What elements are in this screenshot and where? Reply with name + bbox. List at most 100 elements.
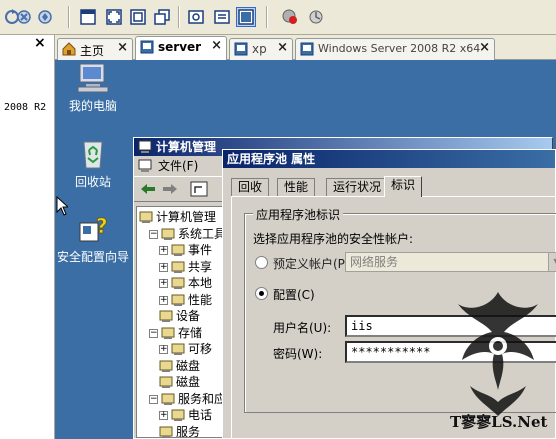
configurable-radio[interactable]	[255, 287, 268, 300]
collapse-icon[interactable]: −	[149, 328, 158, 338]
password-label: 密码(W):	[273, 347, 323, 361]
tree-item[interactable]: 计算机管理	[139, 209, 216, 225]
left-panel: × 2008 R2	[0, 35, 55, 439]
tree-item[interactable]: + 本地	[159, 275, 212, 291]
vm-icon	[234, 42, 248, 56]
tree-node-icon	[139, 211, 153, 223]
up-folder-icon[interactable]	[190, 181, 208, 197]
collapse-icon[interactable]: −	[149, 229, 158, 239]
forward-arrow-icon[interactable]	[162, 182, 178, 196]
tab-label: server	[158, 40, 202, 54]
fullscreen-icon[interactable]	[104, 7, 124, 27]
tree-node-icon	[159, 376, 173, 388]
tree-item-label: 电话	[188, 408, 213, 422]
window-icon[interactable]	[128, 7, 148, 27]
collapse-icon[interactable]: −	[149, 394, 158, 404]
computer-management-icon	[138, 140, 152, 153]
expand-icon[interactable]: +	[159, 246, 168, 255]
tree-item[interactable]: − 服务和应	[149, 391, 226, 407]
vm-icon	[300, 42, 314, 56]
send-keys-icon[interactable]	[186, 7, 206, 27]
tree-item-label: 磁盘	[176, 358, 201, 373]
predefined-account-select[interactable]: 网络服务 ▼	[345, 252, 556, 272]
tree-item[interactable]: + 性能	[159, 292, 212, 308]
expand-icon[interactable]: +	[159, 345, 168, 354]
tree-item-label: 共享	[188, 259, 213, 274]
tab-server[interactable]: server ×	[135, 36, 227, 61]
dialog-title: 应用程序池 属性	[227, 152, 316, 166]
expand-icon[interactable]: +	[159, 295, 168, 305]
tree-node-icon	[171, 409, 185, 421]
tree-item[interactable]: + 事件	[159, 242, 212, 258]
chevron-down-icon: ▼	[548, 253, 556, 271]
tab-close-icon[interactable]: ×	[277, 40, 288, 55]
expand-icon[interactable]: +	[159, 279, 168, 288]
tree-item[interactable]: 磁盘	[159, 358, 200, 374]
tree-item-label: 系统工具	[178, 226, 227, 241]
tab-close-icon[interactable]: ×	[117, 40, 128, 55]
recycle-bin-icon	[83, 141, 103, 169]
menu-file[interactable]: 文件(F)	[158, 159, 198, 173]
tab-performance[interactable]: 性能	[277, 178, 316, 196]
expand-icon[interactable]: +	[159, 411, 168, 420]
tree-item[interactable]: 服务	[159, 424, 200, 437]
dialog-title-bar[interactable]: 应用程序池 属性	[223, 150, 555, 168]
watermark-text: T寥寥LS.Net	[450, 413, 548, 431]
tab-close-icon[interactable]: ×	[211, 38, 222, 53]
desktop-icon-my-computer[interactable]: 我的电脑	[55, 62, 133, 114]
tab-windows-server[interactable]: Windows Server 2008 R2 x64 ×	[295, 38, 495, 60]
back-arrow-icon[interactable]	[140, 182, 156, 196]
tree-item[interactable]: 磁盘	[159, 374, 200, 390]
tree-item[interactable]: 设备	[159, 308, 200, 324]
tree-item[interactable]: + 共享	[159, 259, 212, 275]
desktop-icon-security-wizard[interactable]: ? 安全配置向导	[55, 213, 133, 265]
tree-node-icon	[171, 294, 185, 306]
tree-node-icon	[159, 426, 173, 437]
tree-item-label: 可移	[188, 342, 213, 356]
tree-node-icon	[171, 261, 185, 273]
copy-icon[interactable]	[152, 7, 172, 27]
tree-node-icon	[159, 360, 173, 372]
mouse-cursor-icon	[56, 196, 68, 216]
tab-label: xp	[252, 42, 267, 56]
tree-node-icon	[161, 228, 175, 240]
cm-title: 计算机管理	[156, 140, 217, 154]
cm-tree-view: 计算机管理 − 系统工具 + 事件 + 共享 + 本地 + 性能 设备 − 存储 + 可移 磁盘 磁盘 − 服务和应 +…	[136, 206, 228, 438]
computer-management-icon	[138, 159, 152, 172]
view-icon[interactable]	[236, 7, 256, 27]
tree-item[interactable]: − 系统工具	[149, 226, 226, 242]
password-value: ***********	[351, 345, 431, 359]
tab-identity[interactable]: 标识	[384, 176, 423, 197]
predefined-label[interactable]: 预定义帐户(P)	[273, 255, 350, 272]
tree-item-label: 计算机管理	[156, 210, 217, 224]
account-prompt: 选择应用程序池的安全性帐户:	[253, 232, 414, 246]
tree-item[interactable]: − 存储	[149, 325, 202, 341]
tree-node-icon	[161, 393, 175, 405]
tree-item-label: 存储	[178, 325, 203, 340]
record-icon[interactable]	[280, 7, 300, 27]
tree-item[interactable]: + 电话	[159, 407, 212, 423]
tab-close-icon[interactable]: ×	[479, 40, 490, 55]
predefined-radio[interactable]	[255, 256, 268, 269]
vm-icon	[140, 40, 154, 54]
tab-label: 主页	[80, 44, 105, 58]
tab-health[interactable]: 运行状况	[326, 178, 389, 196]
tree-item-label: 服务和应	[178, 391, 227, 406]
tab-home[interactable]: 主页 ×	[57, 38, 133, 60]
tab-recycle[interactable]: 回收	[231, 178, 270, 196]
close-icon[interactable]: ×	[34, 35, 46, 51]
stop-icon[interactable]	[14, 7, 34, 27]
snapshot-icon[interactable]	[306, 7, 326, 27]
clipboard-icon[interactable]	[212, 7, 232, 27]
tab-xp[interactable]: xp ×	[229, 38, 293, 60]
security-wizard-icon: ?	[79, 214, 108, 242]
fit-icon[interactable]	[78, 7, 98, 27]
group-title: 应用程序池标识	[253, 206, 344, 223]
desktop-icon-recycle-bin[interactable]: 回收站	[55, 138, 133, 190]
home-icon	[62, 42, 76, 56]
configurable-label[interactable]: 配置(C)	[273, 286, 315, 303]
vm-toolbar	[0, 0, 556, 35]
settings-icon[interactable]	[35, 7, 55, 27]
tree-item[interactable]: + 可移	[159, 341, 212, 357]
expand-icon[interactable]: +	[159, 262, 168, 272]
